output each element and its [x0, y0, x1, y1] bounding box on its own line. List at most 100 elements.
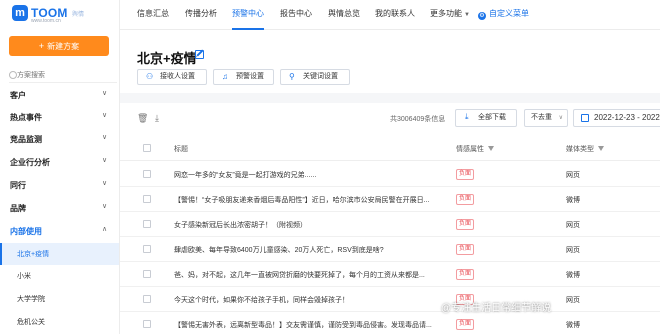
chevron-down-icon: ∨: [102, 180, 108, 187]
plus-icon: +: [38, 41, 45, 51]
tab-spread-analysis[interactable]: 传播分析: [185, 0, 217, 30]
page-title: 北京+疫情: [137, 51, 197, 66]
table-row[interactable]: 女子感染新冠后长出浓密胡子！（附视频） 负面 网页: [120, 212, 660, 237]
download-icon[interactable]: ⤓: [155, 113, 165, 123]
row-title[interactable]: 今天这个时代，如果你不给孩子手机，同样会毁掉孩子！: [174, 295, 444, 305]
sentiment-badge: 负面: [456, 319, 474, 330]
delete-icon[interactable]: 🗑: [137, 113, 148, 123]
sidebar-group-peers[interactable]: 同行 ∨: [0, 174, 119, 196]
row-checkbox[interactable]: [143, 220, 151, 228]
edit-icon[interactable]: [195, 50, 204, 59]
sentiment-badge: 负面: [456, 269, 474, 280]
logo-url: www.toom.cn: [31, 18, 61, 24]
new-plan-label: 新建方案: [47, 42, 80, 51]
keyword-settings-button[interactable]: ⚲ 关键词设置: [280, 69, 350, 85]
sidebar-group-label: 同行: [10, 181, 26, 190]
tab-opinion-overview[interactable]: 舆情总览: [328, 0, 360, 30]
custom-menu-link[interactable]: ⚙ 自定义菜单: [478, 0, 529, 30]
chevron-down-icon: ∨: [102, 112, 108, 119]
recipient-settings-button[interactable]: ⚇ 接收人设置: [137, 69, 207, 85]
media-type: 网页: [566, 172, 580, 179]
sidebar-item-crisis-pr[interactable]: 危机公关: [0, 311, 119, 333]
table-row[interactable]: 今天这个时代，如果你不给孩子手机，同样会毁掉孩子！ 负面 网页: [120, 287, 660, 312]
sidebar-group-brand[interactable]: 品牌 ∨: [0, 197, 119, 219]
logo-subtitle: 舆情: [72, 12, 85, 18]
sidebar-item-label: 小米: [17, 273, 31, 280]
table-row[interactable]: 网恋一年多的“女友”竟是一起打游戏的兄弟...... 负面 网页: [120, 162, 660, 187]
chevron-up-icon: ∧: [102, 226, 108, 233]
table-row[interactable]: 爸、妈，对不起，这几年一直被网贷折磨的快要死掉了，每个月的工资从来都是... 负…: [120, 262, 660, 287]
table-row[interactable]: 【警惕！“女子吸朋友递来香烟后毒品阳性”】近日，哈尔滨市公安局民警在开展日...…: [120, 187, 660, 212]
bell-icon: ♫: [222, 72, 228, 81]
column-header-label: 情感属性: [456, 146, 484, 153]
sidebar-item-label: 大学学院: [17, 296, 45, 303]
date-range-picker[interactable]: 2022-12-23 - 2022-12-30: [573, 109, 660, 127]
results-table: 🗑 ⤓ 共3006409条信息 ⤓ 全部下载 不去重 ∨ 2022-12-23 -…: [120, 103, 660, 334]
row-checkbox[interactable]: [143, 170, 151, 178]
filter-icon[interactable]: [488, 146, 494, 151]
download-all-label: 全部下载: [478, 114, 506, 121]
row-checkbox[interactable]: [143, 270, 151, 278]
chevron-down-icon: ∨: [102, 134, 108, 141]
tab-report-center[interactable]: 报告中心: [280, 0, 312, 30]
download-all-button[interactable]: ⤓ 全部下载: [455, 109, 517, 127]
sidebar-group-competitor[interactable]: 竞品监测 ∨: [0, 128, 119, 150]
row-title[interactable]: 网恋一年多的“女友”竟是一起打游戏的兄弟......: [174, 170, 444, 180]
chevron-down-icon: ∨: [558, 115, 563, 121]
tab-more-features[interactable]: 更多功能 ▼: [430, 0, 470, 30]
recipient-settings-label: 接收人设置: [160, 73, 195, 80]
sidebar-group-hot-events[interactable]: 热点事件 ∨: [0, 106, 119, 128]
sidebar-item-xiaomi[interactable]: 小米: [0, 265, 119, 287]
tab-info-summary[interactable]: 信息汇总: [137, 0, 169, 30]
sentiment-badge: 负面: [456, 194, 474, 205]
sidebar-group-label: 客户: [10, 91, 26, 100]
tab-alert-center[interactable]: 预警中心: [232, 0, 264, 30]
main-content: 北京+疫情 ⚇ 接收人设置 ♫ 预警设置 ⚲ 关键词设置 🗑 ⤓ 共3006409条信…: [120, 31, 660, 334]
media-type: 微博: [566, 272, 580, 279]
plan-search-input[interactable]: [9, 70, 109, 81]
plan-search: [9, 70, 117, 83]
table-row[interactable]: 肆虐欧美、每年导致6400万儿童感染、20万人死亡，RSV到底是啥? 负面 网页: [120, 237, 660, 262]
sidebar-group-enterprise[interactable]: 企业行分析 ∨: [0, 151, 119, 173]
row-title[interactable]: 【警惕无害外表，远离新型毒品！】交友需谨慎，谨防受到毒品侵害。发现毒品请...: [174, 320, 444, 330]
sidebar-group-internal[interactable]: 内部使用 ∧: [0, 220, 119, 242]
row-checkbox[interactable]: [143, 245, 151, 253]
chevron-down-icon: ∨: [102, 90, 108, 97]
row-checkbox[interactable]: [143, 295, 151, 303]
sidebar-group-label: 内部使用: [10, 227, 42, 236]
row-title[interactable]: 爸、妈，对不起，这几年一直被网贷折磨的快要死掉了，每个月的工资从来都是...: [174, 270, 444, 280]
table-header: 标题 情感属性 媒体类型: [120, 136, 660, 161]
row-title[interactable]: 肆虐欧美、每年导致6400万儿童感染、20万人死亡，RSV到底是啥?: [174, 245, 444, 255]
row-title[interactable]: 女子感染新冠后长出浓密胡子！（附视频）: [174, 220, 444, 230]
new-plan-button[interactable]: + 新建方案: [9, 36, 109, 56]
watermark: @专注生活日常细节解说: [441, 303, 552, 314]
sidebar-group-label: 竞品监测: [10, 135, 42, 144]
sidebar-item-university[interactable]: 大学学院: [0, 288, 119, 310]
row-checkbox[interactable]: [143, 320, 151, 328]
sidebar-item-beijing-epidemic[interactable]: 北京+疫情: [0, 243, 119, 265]
row-title[interactable]: 【警惕！“女子吸朋友递来香烟后毒品阳性”】近日，哈尔滨市公安局民警在开展日...: [174, 195, 444, 205]
alert-settings-label: 预警设置: [236, 73, 264, 80]
sentiment-badge: 负面: [456, 244, 474, 255]
app-logo[interactable]: m TOOM 舆情 www.toom.cn: [12, 5, 112, 24]
row-checkbox[interactable]: [143, 195, 151, 203]
media-type: 网页: [566, 297, 580, 304]
dedup-select[interactable]: 不去重 ∨: [524, 109, 568, 127]
chevron-down-icon: ∨: [102, 157, 108, 164]
table-row[interactable]: 【警惕无害外表，远离新型毒品！】交友需谨慎，谨防受到毒品侵害。发现毒品请... …: [120, 312, 660, 334]
filter-icon[interactable]: [598, 146, 604, 151]
user-icon: ⚇: [146, 72, 154, 81]
chevron-down-icon: ▼: [464, 12, 470, 18]
sentiment-badge: 负面: [456, 169, 474, 180]
table-toolbar: 🗑 ⤓ 共3006409条信息 ⤓ 全部下载 不去重 ∨ 2022-12-23 -…: [120, 103, 660, 133]
select-all-checkbox[interactable]: [143, 144, 151, 152]
column-header-media-type[interactable]: 媒体类型: [566, 144, 604, 154]
column-header-sentiment[interactable]: 情感属性: [456, 144, 494, 154]
dedup-value: 不去重: [531, 114, 552, 121]
media-type: 微博: [566, 197, 580, 204]
sidebar-group-customers[interactable]: 客户 ∨: [0, 84, 119, 106]
tab-my-contacts[interactable]: 我的联系人: [375, 0, 415, 30]
alert-settings-button[interactable]: ♫ 预警设置: [213, 69, 274, 85]
settings-icon: ⚙: [478, 12, 486, 20]
keyword-settings-label: 关键词设置: [303, 73, 338, 80]
